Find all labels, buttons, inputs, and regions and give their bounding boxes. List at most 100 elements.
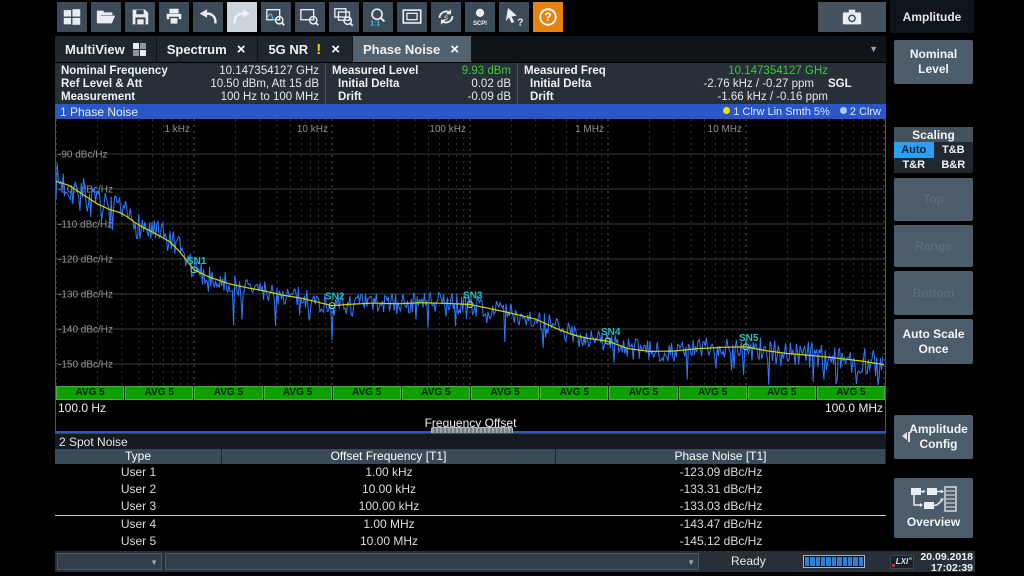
info-value: -0.09 dB — [468, 91, 511, 104]
redo-icon — [231, 6, 253, 28]
phase-noise-window-titlebar[interactable]: 1 Phase Noise 1 Clrw Lin Smth 5% 2 Clrw — [56, 104, 885, 119]
print-button[interactable] — [159, 2, 189, 32]
multiview-grid-icon — [133, 43, 146, 56]
spot-marker-label-SN3: SN3 — [463, 291, 483, 302]
legend-trace1: 1 Clrw Lin Smth 5% — [723, 106, 830, 118]
table-row[interactable]: User 41.00 MHz-143.47 dBc/Hz — [55, 515, 886, 533]
info-label: Drift — [332, 91, 362, 104]
tab-list-caret-icon[interactable]: ▼ — [869, 44, 886, 54]
scaling-option-br[interactable]: B&R — [934, 158, 974, 174]
avg-segment: AVG 5 — [194, 386, 262, 400]
table-cell: -123.09 dBc/Hz — [556, 464, 886, 481]
info-value: 10.50 dBm, Att 15 dB — [210, 78, 319, 91]
softkey-nominal-level[interactable]: Nominal Level — [894, 40, 973, 84]
table-cell: 10.00 kHz — [222, 481, 556, 498]
phase-noise-plot[interactable]: 1 kHz10 kHz100 kHz1 MHz10 MHz-90 dBc/Hz-… — [56, 119, 885, 386]
softkey-overview[interactable]: Overview — [894, 478, 973, 538]
info-label: Measured Freq — [524, 65, 606, 78]
x-axis-title-row: Frequency Offset — [56, 416, 885, 431]
undo-icon — [197, 6, 219, 28]
status-dropdown-left[interactable]: ▼ — [57, 553, 162, 570]
avg-segment: AVG 5 — [333, 386, 401, 400]
tab-5g-nr[interactable]: 5G NR ! × — [258, 36, 352, 62]
softkey-amplitude-config[interactable]: Amplitude Config — [894, 415, 973, 459]
table-row[interactable]: User 510.00 MHz-145.12 dBc/Hz — [55, 533, 886, 550]
window-title: 2 Spot Noise — [59, 435, 128, 449]
close-icon[interactable]: × — [235, 41, 248, 58]
table-cell: User 3 — [55, 498, 222, 515]
close-icon[interactable]: × — [329, 41, 342, 58]
table-cell: User 4 — [55, 516, 222, 533]
option-label: Auto — [901, 144, 926, 156]
lxi-logo: LXI — [890, 555, 914, 569]
zoom-area-button[interactable] — [295, 2, 325, 32]
scpi-button[interactable]: SCPI — [465, 2, 495, 32]
table-cell: 100.00 kHz — [222, 498, 556, 515]
open-dialog-arrow-icon — [898, 432, 907, 440]
avg-segment: AVG 5 — [125, 386, 193, 400]
info-value-measured-freq: 10.147354127 GHz — [728, 65, 880, 78]
y-tick-label: -150 dBc/Hz — [58, 360, 113, 371]
table-row[interactable]: User 3100.00 kHz-133.03 dBc/Hz — [55, 498, 886, 515]
info-value: -2.76 kHz / -0.27 ppm — [703, 78, 814, 91]
y-tick-label: -140 dBc/Hz — [58, 325, 113, 336]
zoom-trace-button[interactable] — [261, 2, 291, 32]
single-sweep-indicator: SGL — [814, 78, 880, 91]
scaling-option-tr[interactable]: T&R — [894, 158, 934, 174]
info-value: -1.66 kHz / -0.16 ppm — [717, 91, 880, 104]
table-cell: 1.00 MHz — [222, 516, 556, 533]
save-button[interactable] — [125, 2, 155, 32]
screenshot-camera-button[interactable] — [818, 2, 886, 32]
info-col-nominal: Nominal Frequency10.147354127 GHz Ref Le… — [55, 63, 325, 104]
scaling-option-auto[interactable]: Auto — [894, 142, 934, 158]
tab-5g-nr-label: 5G NR — [268, 42, 308, 57]
status-dropdown-message[interactable]: ▼ — [165, 553, 699, 570]
table-header: Offset Frequency [T1] — [222, 449, 556, 464]
x-tick-label: 10 kHz — [297, 124, 328, 135]
x-tick-label: 100 kHz — [429, 124, 466, 135]
display-frame-button[interactable] — [397, 2, 427, 32]
tab-multiview-label: MultiView — [65, 42, 125, 57]
softkey-label: Nominal Level — [896, 47, 971, 77]
zoom-multi-window-button[interactable] — [329, 2, 359, 32]
open-file-button[interactable] — [91, 2, 121, 32]
avg-segment: AVG 5 — [817, 386, 885, 400]
chevron-down-icon: ▼ — [687, 558, 695, 567]
close-icon[interactable]: × — [448, 41, 461, 58]
overview-flowchart-icon — [910, 486, 958, 512]
tab-spectrum[interactable]: Spectrum × — [157, 36, 258, 62]
tab-phase-noise[interactable]: Phase Noise × — [353, 36, 471, 62]
svg-text:1:1: 1:1 — [370, 21, 380, 28]
option-label: B&R — [941, 159, 965, 171]
scaling-group-header: Scaling — [894, 127, 973, 142]
help-button[interactable]: ? — [533, 2, 563, 32]
undo-button[interactable] — [193, 2, 223, 32]
softkey-menu-title-label: Amplitude — [903, 10, 962, 24]
spot-marker-label-SN5: SN5 — [739, 333, 759, 344]
help-icon: ? — [537, 6, 559, 28]
redo-button[interactable] — [227, 2, 257, 32]
sync-button[interactable]: s — [431, 2, 461, 32]
spot-noise-window-titlebar[interactable]: 2 Spot Noise — [55, 433, 886, 449]
tab-multiview[interactable]: MultiView — [55, 36, 156, 62]
y-tick-label: -120 dBc/Hz — [58, 255, 113, 266]
windows-button[interactable] — [57, 2, 87, 32]
table-header: Phase Noise [T1] — [556, 449, 886, 464]
softkey-top: Top — [894, 178, 973, 221]
table-row[interactable]: User 11.00 kHz-123.09 dBc/Hz — [55, 464, 886, 481]
warning-icon: ! — [316, 41, 321, 58]
table-row[interactable]: User 210.00 kHz-133.31 dBc/Hz — [55, 481, 886, 498]
ready-status: Ready — [731, 554, 766, 568]
scaling-option-tb[interactable]: T&B — [934, 142, 974, 158]
info-value-measured-level: 9.93 dBm — [462, 65, 511, 78]
zoom-1to1-button[interactable]: 1:1 — [363, 2, 393, 32]
time-label: 17:02:39 — [920, 563, 973, 574]
scpi-icon: SCPI — [469, 6, 491, 28]
context-help-icon: ? — [503, 6, 525, 28]
softkey-label: Bottom — [913, 286, 955, 301]
legend-trace1-label: 1 Clrw Lin Smth 5% — [733, 106, 830, 118]
open-file-icon — [95, 6, 117, 28]
context-help-button[interactable]: ? — [499, 2, 529, 32]
windows-icon — [61, 6, 83, 28]
softkey-auto-scale-once[interactable]: Auto Scale Once — [894, 319, 973, 364]
